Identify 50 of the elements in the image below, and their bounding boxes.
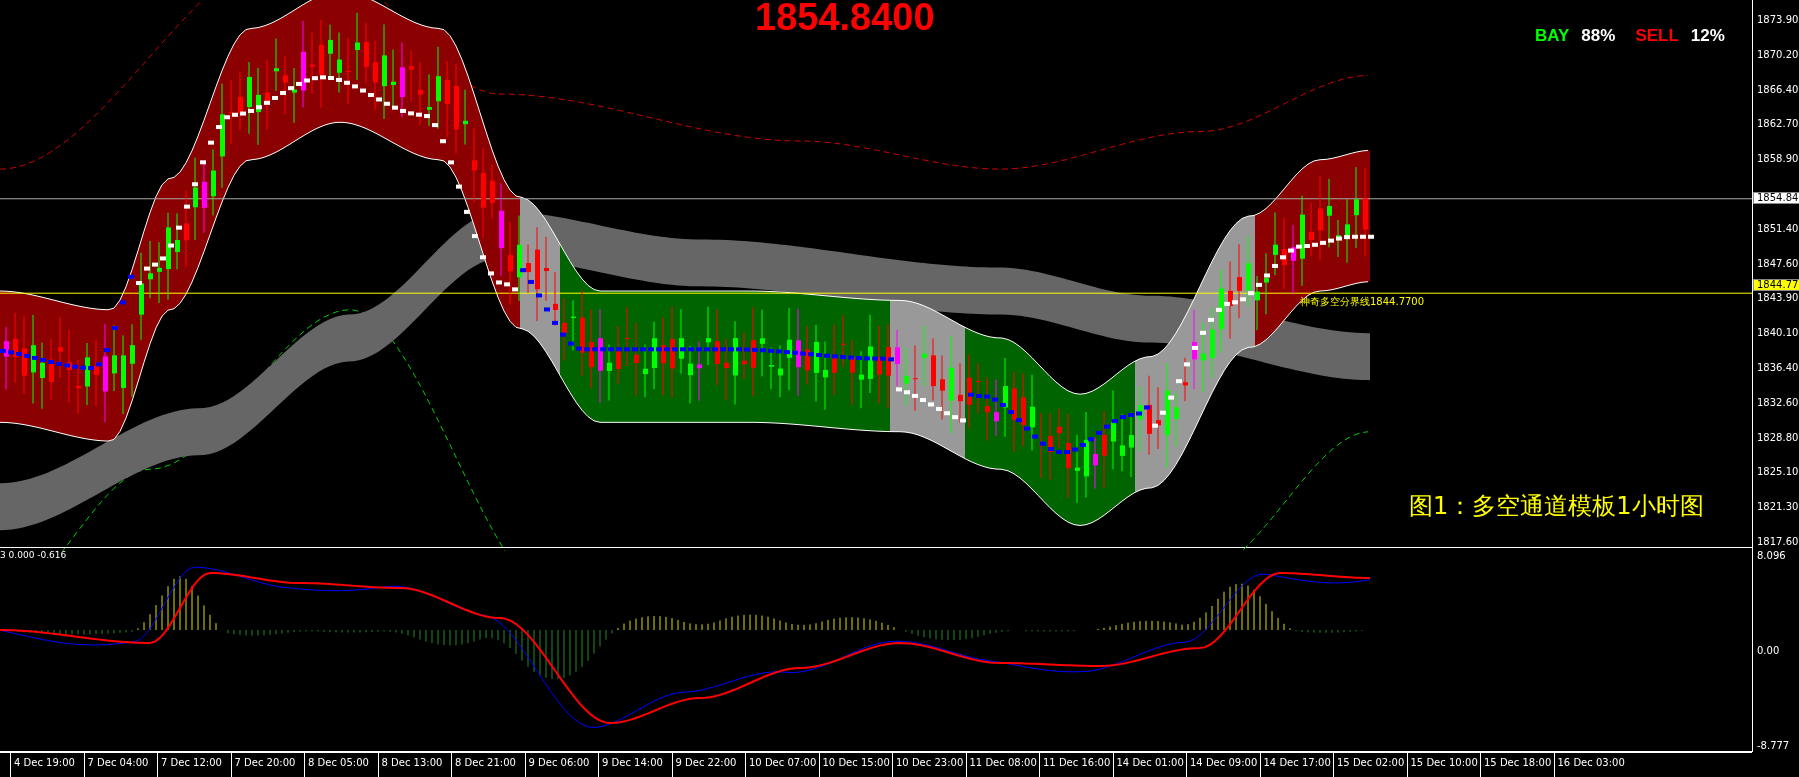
current-price-marker: 1854.84 (1753, 191, 1799, 204)
price-label: 1825.10 (1757, 466, 1799, 479)
indicator-label: 3 0.000 -0.616 (0, 550, 67, 561)
price-label: 1847.60 (1757, 257, 1799, 270)
time-label: 8 Dec 05:00 (304, 753, 378, 777)
time-label: 9 Dec 22:00 (671, 753, 745, 777)
time-label: 9 Dec 14:00 (598, 753, 672, 777)
boundary-price-marker: 1844.77 (1753, 279, 1799, 292)
time-label: 10 Dec 15:00 (818, 753, 892, 777)
time-label: 7 Dec 04:00 (83, 753, 157, 777)
time-label: 8 Dec 21:00 (451, 753, 525, 777)
time-label: 11 Dec 08:00 (965, 753, 1039, 777)
price-label: 1821.30 (1757, 501, 1799, 514)
time-label: 10 Dec 07:00 (745, 753, 819, 777)
time-label: 8 Dec 13:00 (377, 753, 451, 777)
price-title: 1854.8400 (755, 0, 935, 39)
price-label: 1858.90 (1757, 153, 1799, 166)
price-label: 1851.40 (1757, 222, 1799, 235)
price-label: 1817.60 (1757, 535, 1799, 548)
time-label: 15 Dec 02:00 (1333, 753, 1407, 777)
time-label: 14 Dec 17:00 (1259, 753, 1333, 777)
boundary-label: 神奇多空分界线1844.7700 (1300, 295, 1425, 309)
time-label: 7 Dec 12:00 (157, 753, 231, 777)
time-label: 15 Dec 10:00 (1406, 753, 1480, 777)
price-label: 1828.80 (1757, 431, 1799, 444)
price-label: 1843.90 (1757, 292, 1799, 305)
price-label: 1832.60 (1757, 396, 1799, 409)
price-label: 1866.40 (1757, 83, 1799, 96)
chart-caption: 图1：多空通道模板1小时图 (1409, 491, 1704, 522)
time-label: 9 Dec 06:00 (524, 753, 598, 777)
sentiment-value: 12% (1690, 26, 1725, 46)
sentiment-label: SELL (1635, 26, 1679, 46)
oscillator-label: 8.096 (1757, 550, 1787, 563)
time-label: 11 Dec 16:00 (1039, 753, 1113, 777)
price-label: 1836.40 (1757, 361, 1799, 374)
price-label: 1873.90 (1757, 14, 1799, 26)
price-label: 1840.10 (1757, 327, 1799, 340)
time-label: 14 Dec 01:00 (1112, 753, 1186, 777)
time-label: 4 Dec 19:00 (10, 753, 84, 777)
oscillator-label: 0.00 (1757, 645, 1781, 658)
price-label: 1870.20 (1757, 48, 1799, 61)
sentiment-label: BAY (1535, 26, 1570, 46)
price-label: 1862.70 (1757, 118, 1799, 131)
time-label: 16 Dec 03:00 (1553, 753, 1627, 777)
time-label: 7 Dec 20:00 (230, 753, 304, 777)
time-label: 14 Dec 09:00 (1186, 753, 1260, 777)
time-label: 10 Dec 23:00 (892, 753, 966, 777)
time-label: 15 Dec 18:00 (1480, 753, 1554, 777)
oscillator-label: -8.777 (1757, 740, 1791, 753)
sentiment-value: 88% (1581, 26, 1616, 46)
